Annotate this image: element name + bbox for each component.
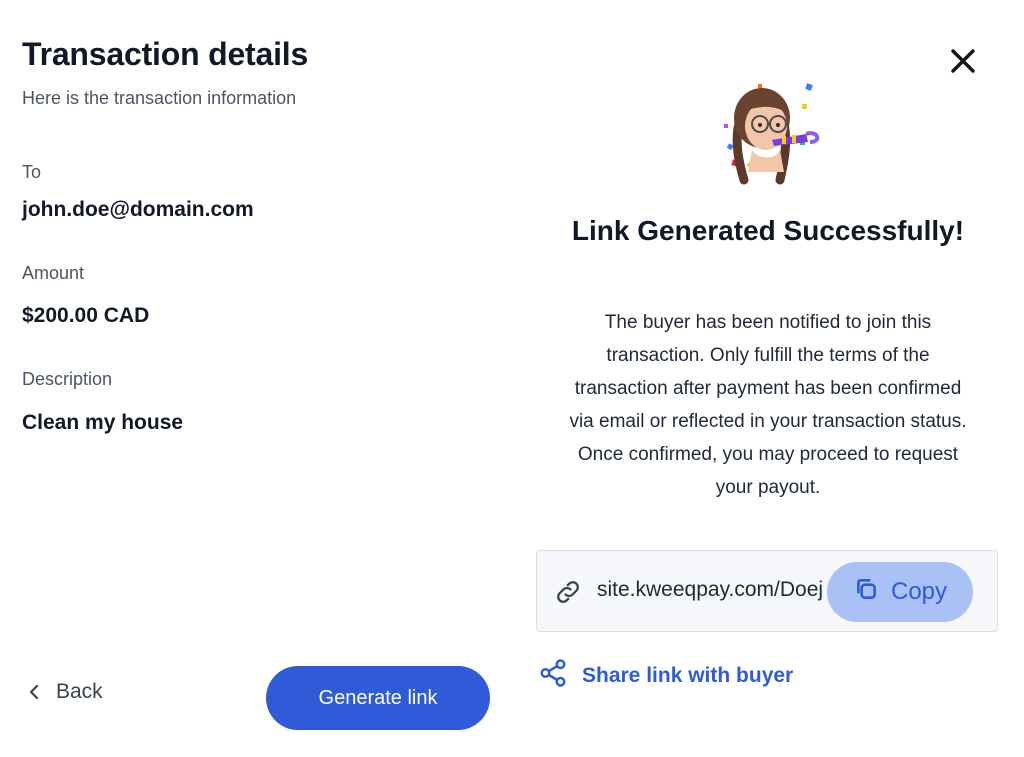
back-label: Back — [56, 680, 103, 703]
close-icon[interactable] — [946, 44, 980, 78]
back-button[interactable]: Back — [28, 680, 103, 704]
amount-value: $200.00 CAD — [22, 304, 150, 327]
share-icon — [538, 658, 568, 694]
generate-link-button[interactable]: Generate link — [266, 666, 490, 730]
copy-icon — [853, 576, 879, 609]
to-value: john.doe@domain.com — [22, 198, 254, 221]
share-link-button[interactable]: Share link with buyer — [538, 658, 793, 694]
description-label: Description — [22, 369, 113, 389]
description-value: Clean my house — [22, 411, 184, 434]
party-avatar — [718, 80, 828, 190]
share-label: Share link with buyer — [582, 664, 794, 687]
generated-link-url[interactable]: site.kweeqpay.com/Doej — [597, 578, 823, 602]
copy-button[interactable]: Copy — [827, 562, 973, 622]
chevron-left-icon — [28, 684, 40, 700]
success-title: Link Generated Successfully! — [571, 215, 965, 246]
page-title: Transaction details — [22, 36, 309, 72]
copy-label: Copy — [890, 578, 948, 605]
success-message: The buyer has been notified to join this… — [569, 312, 967, 498]
link-icon — [553, 577, 583, 607]
amount-label: Amount — [22, 263, 85, 283]
to-label: To — [22, 162, 42, 182]
page-subtitle: Here is the transaction information — [22, 88, 297, 108]
generated-link-box: site.kweeqpay.com/Doej Copy — [536, 550, 998, 632]
